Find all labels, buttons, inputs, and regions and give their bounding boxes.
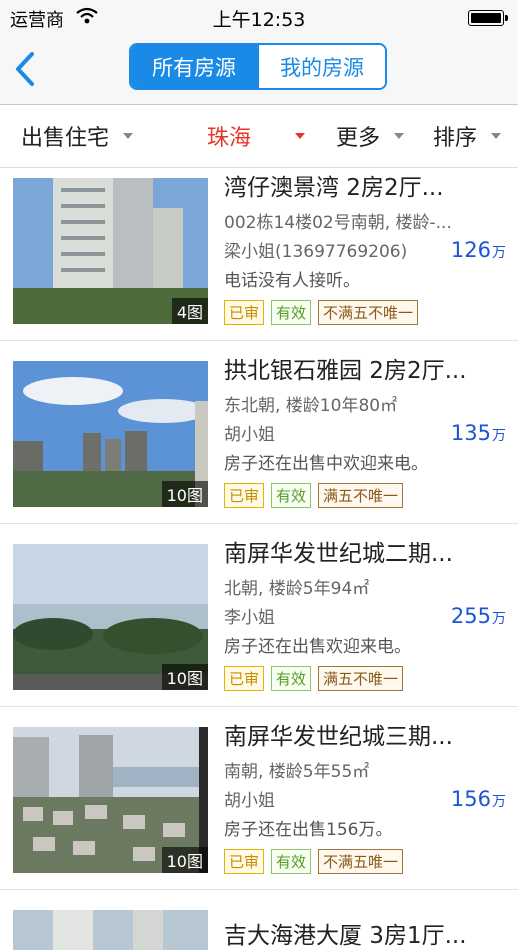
status-badge: 已审 bbox=[224, 666, 265, 691]
listing-item[interactable]: 10图 南屏华发世纪城三期... 南朝, 楼龄5年55㎡ 胡小姐 156万 房子… bbox=[0, 707, 518, 890]
filter-city-label: 珠海 bbox=[207, 126, 252, 151]
price-value: 126 bbox=[450, 238, 491, 262]
listing-title: 湾仔澳景湾 2房2厅... bbox=[224, 175, 444, 201]
filter-sort[interactable]: 排序 bbox=[433, 105, 502, 167]
clock: 上午12:53 bbox=[212, 9, 306, 31]
tab-my-listings[interactable]: 我的房源 bbox=[257, 45, 385, 88]
price-unit: 万 bbox=[492, 794, 506, 810]
filter-more[interactable]: 更多 bbox=[336, 105, 405, 167]
status-badge: 已审 bbox=[224, 483, 265, 508]
status-badge: 已审 bbox=[224, 300, 265, 325]
caret-down-icon bbox=[123, 133, 134, 139]
listing-photo[interactable]: 10图 bbox=[13, 727, 208, 873]
listing-contact: 胡小姐 bbox=[224, 791, 275, 811]
listing-details: 东北朝, 楼龄10年80㎡ bbox=[224, 396, 398, 416]
photo-count-badge: 4图 bbox=[171, 298, 208, 324]
listing-title: 南屏华发世纪城二期... bbox=[224, 541, 453, 567]
listing-details: 北朝, 楼龄5年94㎡ bbox=[224, 579, 370, 599]
listing-item[interactable]: 10图 南屏华发世纪城二期... 北朝, 楼龄5年94㎡ 李小姐 255万 房子… bbox=[0, 524, 518, 707]
status-badge: 有效 bbox=[271, 483, 312, 508]
listing-price: 156万 bbox=[451, 787, 506, 811]
filter-more-label: 更多 bbox=[336, 126, 381, 151]
status-badge: 有效 bbox=[271, 849, 312, 874]
tab-all-listings[interactable]: 所有房源 bbox=[131, 45, 257, 88]
listing-scope-segmented-control: 所有房源 我的房源 bbox=[129, 43, 387, 90]
photo-count-badge: 10图 bbox=[161, 664, 208, 690]
listing-title: 南屏华发世纪城三期... bbox=[224, 724, 453, 750]
price-unit: 万 bbox=[492, 245, 506, 261]
back-chevron-icon[interactable] bbox=[10, 50, 40, 88]
caret-down-icon bbox=[394, 133, 405, 139]
building-photo bbox=[13, 910, 208, 950]
status-badge: 有效 bbox=[271, 666, 312, 691]
listing-item[interactable]: 4图 湾仔澳景湾 2房2厅... 002栋14楼02号南朝, 楼龄-... 梁小… bbox=[0, 168, 518, 341]
listing-photo[interactable]: 4图 bbox=[13, 178, 208, 324]
tax-status-badge: 不满五唯一 bbox=[318, 849, 404, 874]
listing-price: 135万 bbox=[451, 421, 506, 445]
caret-down-icon bbox=[295, 133, 306, 139]
listing-title: 拱北银石雅园 2房2厅... bbox=[224, 358, 467, 384]
status-bar: 运营商 上午12:53 bbox=[0, 0, 518, 34]
filter-bar: 出售住宅 珠海 更多 排序 bbox=[0, 105, 518, 168]
photo-count-badge: 10图 bbox=[161, 481, 208, 507]
tax-status-badge: 满五不唯一 bbox=[318, 666, 404, 691]
tax-status-badge: 不满五不唯一 bbox=[318, 300, 419, 325]
listing-title: 吉大海港大厦 3房1厅... bbox=[224, 923, 467, 949]
listing-item[interactable]: 吉大海港大厦 3房1厅... bbox=[0, 890, 518, 950]
listing-note: 房子还在出售中欢迎来电。 bbox=[224, 454, 428, 474]
listing-price: 126万 bbox=[451, 238, 506, 262]
price-value: 255 bbox=[450, 604, 491, 628]
listing-item[interactable]: 10图 拱北银石雅园 2房2厅... 东北朝, 楼龄10年80㎡ 胡小姐 135… bbox=[0, 341, 518, 524]
filter-city[interactable]: 珠海 bbox=[207, 105, 306, 167]
listing-contact: 梁小姐(13697769206) bbox=[224, 242, 408, 262]
listing-contact: 胡小姐 bbox=[224, 425, 275, 445]
nav-bar: 所有房源 我的房源 bbox=[0, 34, 518, 105]
listing-list: 4图 湾仔澳景湾 2房2厅... 002栋14楼02号南朝, 楼龄-... 梁小… bbox=[0, 168, 518, 950]
listing-note: 房子还在出售156万。 bbox=[224, 820, 393, 840]
price-value: 135 bbox=[450, 421, 491, 445]
filter-sort-label: 排序 bbox=[433, 126, 478, 151]
listing-details: 002栋14楼02号南朝, 楼龄-... bbox=[224, 213, 452, 233]
listing-note: 电话没有人接听。 bbox=[224, 271, 360, 291]
caret-down-icon bbox=[491, 133, 502, 139]
listing-price: 255万 bbox=[451, 604, 506, 628]
filter-type-label: 出售住宅 bbox=[21, 126, 110, 151]
listing-note: 房子还在出售欢迎来电。 bbox=[224, 637, 411, 657]
tax-status-badge: 满五不唯一 bbox=[318, 483, 404, 508]
price-value: 156 bbox=[450, 787, 491, 811]
photo-count-badge: 10图 bbox=[161, 847, 208, 873]
status-badge: 已审 bbox=[224, 849, 265, 874]
price-unit: 万 bbox=[492, 428, 506, 444]
listing-photo[interactable] bbox=[13, 910, 208, 950]
price-unit: 万 bbox=[492, 611, 506, 627]
battery-icon bbox=[468, 10, 508, 26]
listing-photo[interactable]: 10图 bbox=[13, 544, 208, 690]
listing-details: 南朝, 楼龄5年55㎡ bbox=[224, 762, 370, 782]
listing-contact: 李小姐 bbox=[224, 608, 275, 628]
filter-type[interactable]: 出售住宅 bbox=[21, 105, 134, 167]
status-badge: 有效 bbox=[271, 300, 312, 325]
listing-photo[interactable]: 10图 bbox=[13, 361, 208, 507]
